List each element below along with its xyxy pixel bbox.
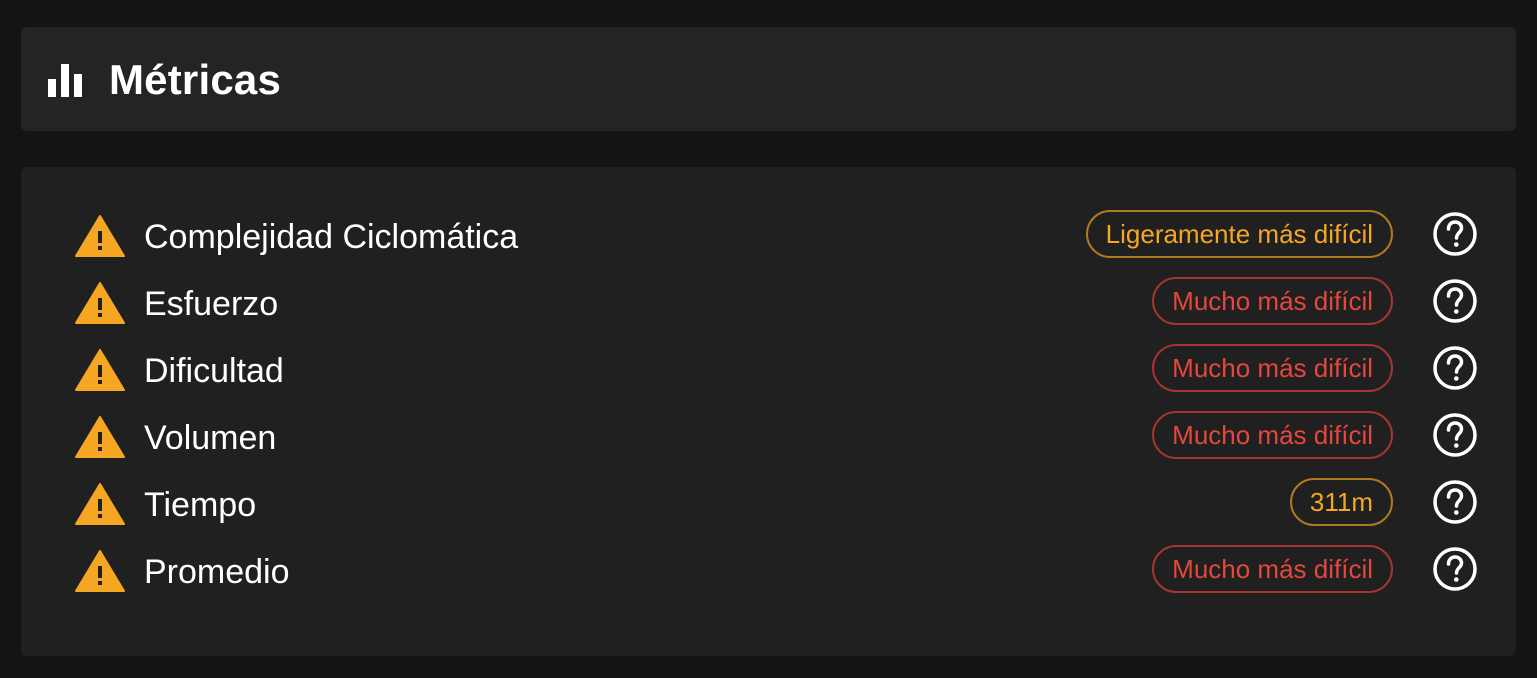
status-badge: 311m — [1289, 478, 1393, 526]
status-badge: Mucho más difícil — [1152, 411, 1393, 459]
page-title: Métricas — [109, 56, 282, 103]
metric-label: Volumen — [144, 419, 277, 457]
metric-label: Esfuerzo — [144, 285, 279, 323]
warning-icon — [75, 483, 125, 525]
help-icon[interactable] — [1431, 277, 1479, 325]
bar-chart-icon — [48, 64, 82, 97]
warning-icon — [75, 215, 125, 257]
status-badge: Mucho más difícil — [1152, 545, 1393, 593]
metric-label: Complejidad Ciclomática — [144, 218, 519, 256]
metric-label: Promedio — [144, 553, 290, 591]
help-icon[interactable] — [1431, 210, 1479, 258]
metric-label: Tiempo — [144, 486, 257, 524]
metric-row-promedio: Promedio Mucho más difícil — [75, 543, 1485, 597]
metric-row-esfuerzo: Esfuerzo Mucho más difícil — [75, 275, 1485, 329]
help-icon[interactable] — [1431, 411, 1479, 459]
warning-icon — [75, 416, 125, 458]
warning-icon — [75, 550, 125, 592]
help-icon[interactable] — [1431, 545, 1479, 593]
help-icon[interactable] — [1431, 344, 1479, 392]
status-badge: Mucho más difícil — [1152, 344, 1393, 392]
status-badge: Mucho más difícil — [1152, 277, 1393, 325]
metric-row-complejidad: Complejidad Ciclomática Ligeramente más … — [75, 208, 1485, 262]
warning-icon — [75, 349, 125, 391]
help-icon[interactable] — [1431, 478, 1479, 526]
warning-icon — [75, 282, 125, 324]
metric-label: Dificultad — [144, 352, 284, 390]
metric-row-volumen: Volumen Mucho más difícil — [75, 409, 1485, 463]
metric-row-dificultad: Dificultad Mucho más difícil — [75, 342, 1485, 396]
metric-row-tiempo: Tiempo 311m — [75, 476, 1485, 530]
status-badge: Ligeramente más difícil — [1085, 210, 1393, 258]
